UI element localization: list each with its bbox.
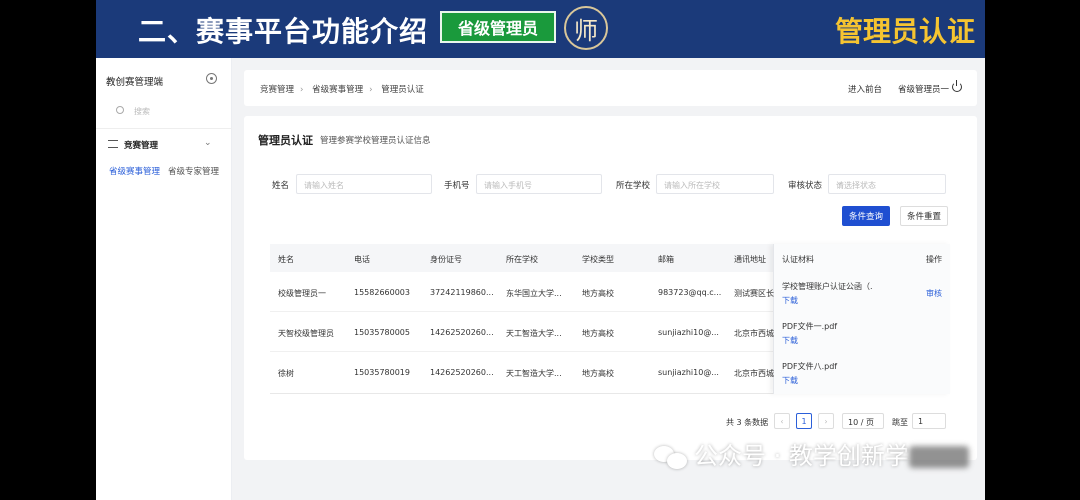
cell-phone: 15035780005 — [354, 328, 410, 337]
cell-type: 地方高校 — [582, 329, 614, 338]
cell-school: 天工智造大学... — [506, 329, 562, 338]
status-select[interactable]: 请选择状态 ⌄ — [828, 174, 946, 194]
admin-table: 姓名 电话 身份证号 所在学校 学校类型 邮箱 通讯地址 认证材料 操作 校级管… — [270, 244, 950, 394]
school-logo-icon: 师 — [564, 6, 608, 50]
cell-id: 37242119860... — [430, 288, 494, 297]
sidebar-item-provincial-events[interactable]: 省级赛事管理 — [109, 165, 160, 177]
school-input[interactable]: 请输入所在学校 — [656, 174, 774, 194]
breadcrumb-item[interactable]: 省级赛事管理 — [312, 85, 363, 95]
review-link[interactable]: 审核 — [926, 288, 942, 299]
watermark: 公众号 · 教学创新学 — [654, 436, 984, 476]
status-label: 审核状态 — [788, 181, 823, 191]
school-label: 所在学校 — [616, 181, 651, 191]
banner-title: 二、赛事平台功能介绍 — [138, 15, 429, 48]
cell-name: 天智校级管理员 — [278, 329, 334, 338]
cell-school: 东华国立大学... — [506, 289, 562, 298]
school-placeholder: 请输入所在学校 — [664, 181, 720, 190]
enter-frontend-link[interactable]: 进入前台 — [848, 83, 882, 95]
watermark-text: 公众号 · 教学创新学 — [694, 442, 909, 470]
cell-address: 北京市西城 — [734, 369, 774, 378]
phone-label: 手机号 — [444, 181, 470, 191]
jump-input[interactable]: 1 — [912, 413, 946, 429]
sidebar-search-placeholder: 搜索 — [134, 107, 150, 116]
column-header: 邮箱 — [658, 255, 674, 264]
pagination-total: 共 3 条数据 — [726, 418, 769, 427]
page-size-select[interactable]: 10 / 页 — [842, 413, 884, 429]
next-page-button[interactable]: › — [818, 413, 834, 429]
cell-address: 北京市西城 — [734, 329, 774, 338]
main-panel: 管理员认证 管理参赛学校管理员认证信息 姓名 请输入姓名 手机号 请输入手机号 … — [244, 116, 977, 460]
slide-banner: 二、赛事平台功能介绍 省级管理员 师 管理员认证 — [96, 0, 985, 58]
sidebar-item-provincial-experts[interactable]: 省级专家管理 — [168, 165, 219, 177]
column-header: 电话 — [354, 255, 370, 264]
column-header: 操作 — [926, 255, 942, 264]
download-link[interactable]: 下载 — [782, 375, 798, 386]
column-header: 身份证号 — [430, 255, 462, 264]
sidebar-title: 教创赛管理端 — [106, 77, 164, 88]
sidebar-search-input[interactable]: 搜索 — [106, 101, 222, 121]
phone-placeholder: 请输入手机号 — [484, 181, 532, 190]
cell-address: 测试赛区长 — [734, 289, 774, 298]
search-icon — [116, 106, 124, 114]
menu-list-icon — [108, 140, 118, 148]
cell-email: 983723@qq.c... — [658, 288, 722, 297]
name-input[interactable]: 请输入姓名 — [296, 174, 432, 194]
cell-email: sunjiazhi10@... — [658, 368, 719, 377]
cell-material: PDF文件八.pdf — [782, 362, 838, 371]
cell-phone: 15035780019 — [354, 368, 410, 377]
cell-name: 徐树 — [278, 369, 294, 378]
reset-button[interactable]: 条件重置 — [900, 206, 948, 226]
cell-name: 校级管理员一 — [278, 289, 326, 298]
sidebar-menu-competition[interactable]: 竞赛管理 ⌄ — [108, 138, 220, 152]
chevron-down-icon: ⌄ — [204, 138, 212, 148]
jump-label: 跳至 — [892, 418, 908, 427]
chevron-down-icon: ⌄ — [836, 178, 844, 188]
breadcrumb-separator: › — [300, 85, 304, 95]
app-frame: 二、赛事平台功能介绍 省级管理员 师 管理员认证 教创赛管理端 搜索 竞赛管理 … — [96, 0, 985, 500]
column-header: 姓名 — [278, 255, 294, 264]
cell-email: sunjiazhi10@... — [658, 328, 719, 337]
role-badge: 省级管理员 — [440, 11, 556, 43]
power-icon[interactable] — [952, 80, 962, 92]
banner-right-title: 管理员认证 — [834, 15, 975, 48]
page-number-button[interactable]: 1 — [796, 413, 812, 429]
column-header: 所在学校 — [506, 255, 538, 264]
cell-material: 学校管理账户认证公函（. — [782, 282, 873, 291]
column-header: 学校类型 — [582, 255, 614, 264]
breadcrumb-item: 管理员认证 — [381, 85, 424, 95]
cell-id: 14262520260... — [430, 368, 494, 377]
name-label: 姓名 — [272, 181, 290, 191]
search-button[interactable]: 条件查询 — [842, 206, 890, 226]
sidebar-divider — [96, 128, 232, 129]
page-title: 管理员认证 — [258, 134, 313, 147]
sidebar: 教创赛管理端 搜索 竞赛管理 ⌄ 省级赛事管理 省级专家管理 — [96, 58, 232, 500]
cell-school: 天工智造大学... — [506, 369, 562, 378]
breadcrumb-separator: › — [369, 85, 373, 95]
cell-type: 地方高校 — [582, 289, 614, 298]
name-placeholder: 请输入姓名 — [304, 181, 344, 190]
prev-page-button[interactable]: ‹ — [774, 413, 790, 429]
column-header: 认证材料 — [782, 255, 814, 264]
cell-type: 地方高校 — [582, 369, 614, 378]
cell-material: PDF文件一.pdf — [782, 322, 838, 331]
phone-input[interactable]: 请输入手机号 — [476, 174, 602, 194]
download-link[interactable]: 下载 — [782, 295, 798, 306]
download-link[interactable]: 下载 — [782, 335, 798, 346]
wechat-icon — [654, 444, 688, 470]
top-bar: 竞赛管理 › 省级赛事管理 › 管理员认证 进入前台 省级管理员一 — [244, 70, 977, 106]
breadcrumb-item[interactable]: 竞赛管理 — [260, 85, 294, 95]
user-name[interactable]: 省级管理员一 — [898, 83, 949, 95]
page-subtitle: 管理参赛学校管理员认证信息 — [320, 136, 431, 146]
settings-icon[interactable] — [206, 73, 217, 84]
sidebar-menu-label: 竞赛管理 — [124, 141, 159, 151]
cell-phone: 15582660003 — [354, 288, 410, 297]
blurred-region — [908, 446, 969, 468]
cell-id: 14262520260... — [430, 328, 494, 337]
column-header: 通讯地址 — [734, 255, 766, 264]
breadcrumb: 竞赛管理 › 省级赛事管理 › 管理员认证 — [260, 83, 430, 95]
